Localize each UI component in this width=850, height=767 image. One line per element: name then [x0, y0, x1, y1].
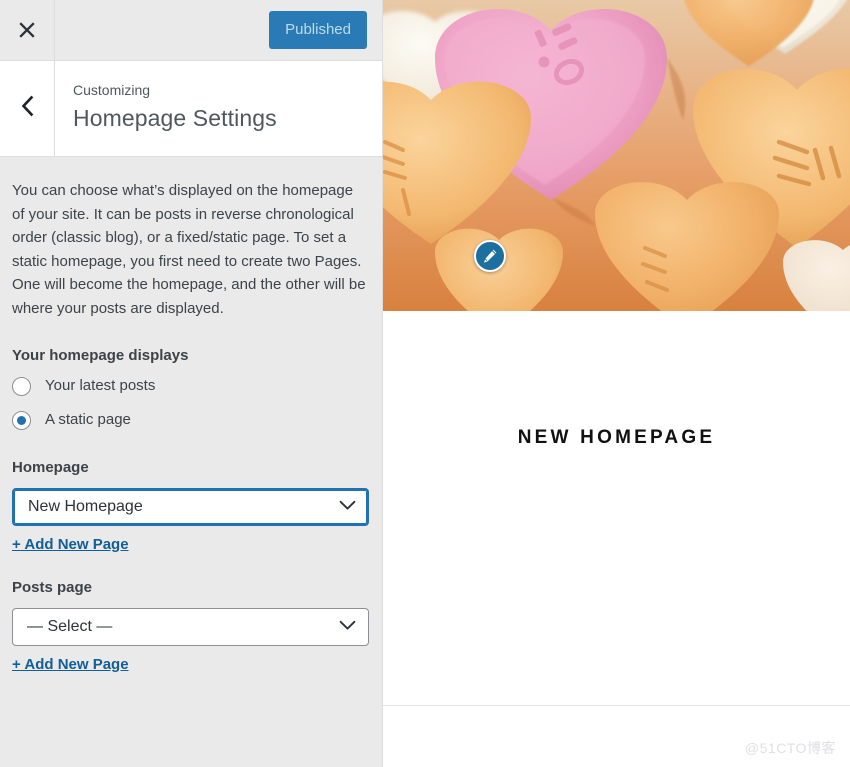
- preview-page-heading: NEW HOMEPAGE: [517, 427, 716, 448]
- homepage-add-new-page-link[interactable]: + Add New Page: [12, 536, 129, 553]
- homepage-displays-group: Your homepage displays Your latest posts…: [12, 346, 368, 430]
- radio-static-page-label: A static page: [45, 411, 131, 428]
- radio-static-page[interactable]: A static page: [12, 410, 368, 430]
- site-preview-pane: NEW HOMEPAGE @51CTO博客: [383, 0, 850, 767]
- edit-shortcut-button[interactable]: [474, 240, 506, 272]
- hero-image: [383, 0, 850, 311]
- close-customizer-button[interactable]: [0, 0, 55, 60]
- panel-title-block: Customizing Homepage Settings: [55, 61, 382, 156]
- topbar-actions: Published: [55, 0, 382, 60]
- posts-page-add-new-page-link[interactable]: + Add New Page: [12, 656, 129, 673]
- customizer-topbar: Published: [0, 0, 382, 60]
- panel-header: Customizing Homepage Settings: [0, 60, 382, 157]
- page-title: Homepage Settings: [73, 105, 277, 131]
- chevron-left-icon: [19, 94, 36, 123]
- preview-footer-divider: [383, 705, 850, 706]
- publish-button[interactable]: Published: [269, 11, 367, 49]
- pencil-edit-icon: [482, 248, 498, 264]
- close-icon: [17, 20, 37, 40]
- customizer-screen: Published Customizing Homepage Settings …: [0, 0, 850, 767]
- posts-page-field-label: Posts page: [12, 579, 93, 596]
- radio-latest-posts[interactable]: Your latest posts: [12, 376, 368, 396]
- homepage-field-group: Homepage New Homepage + Add New Page: [12, 458, 369, 554]
- radio-mark-unchecked: [12, 376, 31, 396]
- homepage-select-wrapper: New Homepage: [12, 488, 369, 526]
- homepage-displays-label: Your homepage displays: [12, 347, 189, 364]
- panel-content: You can choose what’s displayed on the h…: [0, 157, 382, 674]
- preview-page-title-area: NEW HOMEPAGE: [383, 311, 850, 450]
- customizing-label: Customizing: [73, 82, 151, 98]
- posts-page-select[interactable]: — Select —: [12, 608, 369, 646]
- homepage-field-label: Homepage: [12, 459, 89, 476]
- back-button[interactable]: [0, 61, 55, 156]
- posts-page-field-group: Posts page — Select — + Add New Page: [12, 578, 369, 674]
- posts-page-select-wrapper: — Select —: [12, 608, 369, 646]
- customizer-sidebar: Published Customizing Homepage Settings …: [0, 0, 383, 767]
- radio-latest-posts-label: Your latest posts: [45, 377, 156, 394]
- homepage-select[interactable]: New Homepage: [12, 488, 369, 526]
- panel-description: You can choose what’s displayed on the h…: [12, 182, 366, 317]
- watermark: @51CTO博客: [744, 740, 836, 756]
- radio-mark-checked: [12, 410, 31, 430]
